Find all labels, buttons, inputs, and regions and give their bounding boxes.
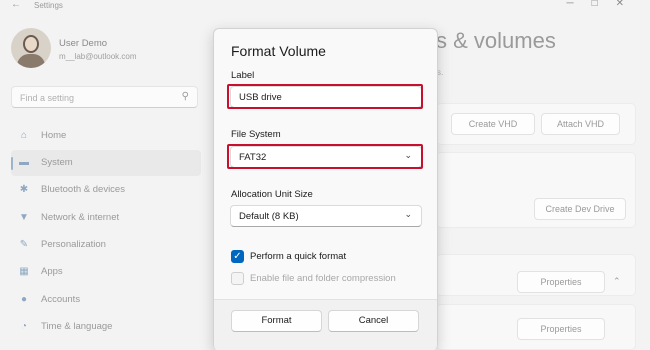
back-arrow-icon[interactable]: ← [11,0,21,10]
window-controls[interactable]: ─□✕ [566,0,642,9]
globe-clock-icon: ◔ [20,321,28,332]
sidebar-item-label: Time & language [41,321,113,332]
chevron-down-icon: ⌄ [404,150,412,160]
home-icon: ⌂ [20,130,28,141]
sidebar-item-time-language[interactable]: ◔ Time & language [11,314,201,340]
sidebar-item-label: Accounts [41,294,81,305]
checkbox-unchecked-icon [231,272,244,285]
monitor-icon: ▬ [19,157,29,168]
sidebar-item-network[interactable]: ▼ Network & internet [11,205,201,231]
volume-label-input[interactable]: USB drive [230,86,422,108]
allocation-caption: Allocation Unit Size [231,189,313,200]
checkbox-checked-icon[interactable]: ✓ [231,250,244,263]
chevron-up-icon[interactable]: ⌃ [613,276,621,287]
page-title: ks & volumes [425,28,556,53]
active-indicator [11,157,13,170]
filesystem-caption: File System [231,129,281,140]
filesystem-value: FAT32 [239,152,267,163]
sidebar-item-label: System [41,157,73,168]
wifi-icon: ▼ [19,212,29,223]
label-caption: Label [231,70,255,81]
dialog-footer: Format Cancel [214,299,437,350]
sidebar-item-accounts[interactable]: ● Accounts [11,287,201,313]
chevron-down-icon: ⌄ [404,209,412,219]
sidebar-item-label: Apps [41,266,63,277]
attach-vhd-button[interactable]: Attach VHD [541,113,620,135]
quick-format-label: Perform a quick format [250,251,347,262]
user-email: m__lab@outlook.com [59,52,137,61]
properties-button-2[interactable]: Properties [517,318,605,340]
volume-label-value: USB drive [239,92,282,103]
allocation-value: Default (8 KB) [239,211,299,222]
cancel-button[interactable]: Cancel [328,310,419,332]
sidebar-item-apps[interactable]: ▦ Apps [11,259,201,285]
sidebar-item-label: Bluetooth & devices [41,184,125,195]
avatar [11,28,51,68]
sidebar-item-label: Personalization [41,239,106,250]
allocation-size-dropdown[interactable]: Default (8 KB) ⌄ [230,205,422,227]
person-icon: ● [20,294,28,305]
sidebar-item-personalization[interactable]: ✎ Personalization [11,232,201,258]
sidebar-item-label: Home [41,130,67,141]
format-volume-dialog: Format Volume Label USB drive File Syste… [213,28,438,350]
title-bar: ← Settings ─□✕ [0,0,650,14]
create-vhd-button[interactable]: Create VHD [451,113,535,135]
compression-label: Enable file and folder compression [250,273,396,284]
dialog-title: Format Volume [231,43,326,59]
search-icon: ⚲ [181,91,189,102]
filesystem-dropdown[interactable]: FAT32 ⌄ [230,146,422,168]
format-button[interactable]: Format [231,310,322,332]
search-placeholder: Find a setting [20,93,75,103]
create-dev-drive-button[interactable]: Create Dev Drive [534,198,626,220]
brush-icon: ✎ [19,239,29,250]
sidebar-item-system[interactable]: ▬ System [11,150,201,176]
app-title: Settings [34,1,63,10]
properties-button-1[interactable]: Properties [517,271,605,293]
search-input[interactable]: Find a setting ⚲ [11,86,198,108]
sidebar-item-label: Network & internet [41,212,120,223]
apps-icon: ▦ [19,266,29,277]
user-name: User Demo [59,38,108,49]
sidebar-item-bluetooth[interactable]: ✱ Bluetooth & devices [11,177,201,203]
sidebar-item-home[interactable]: ⌂ Home [11,123,201,149]
bluetooth-icon: ✱ [19,184,29,195]
